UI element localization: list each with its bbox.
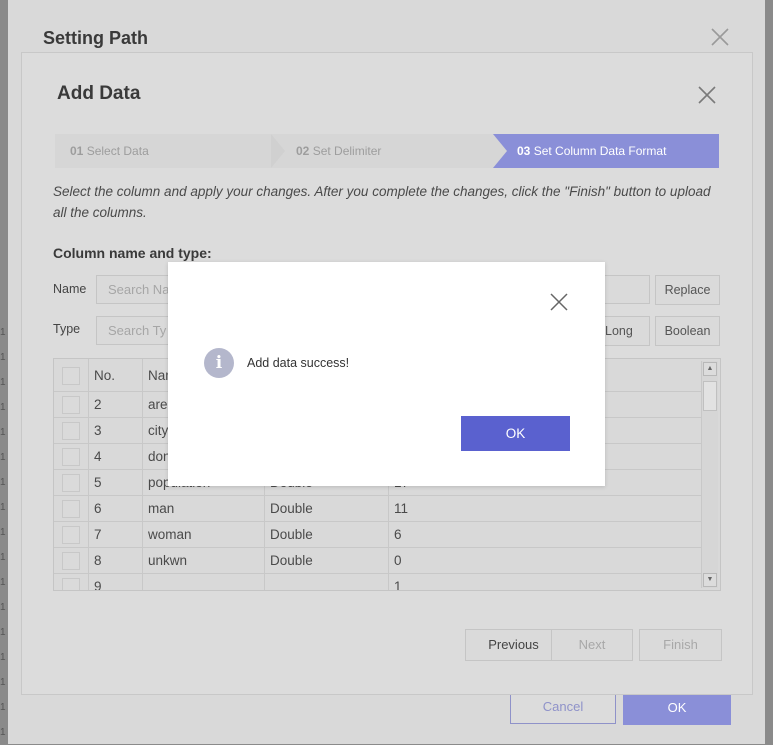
- cell-no: 9: [88, 574, 142, 590]
- previous-button[interactable]: Previous: [465, 629, 562, 661]
- info-icon: i: [204, 348, 234, 378]
- finish-button[interactable]: Finish: [639, 629, 722, 661]
- bg-edge-char: 1: [0, 727, 6, 738]
- table-row[interactable]: 9 1: [54, 574, 702, 590]
- cell-value: 6: [388, 522, 702, 548]
- bg-edge-char: 1: [0, 577, 6, 588]
- step-select-data: 01 Select Data: [55, 134, 271, 168]
- bg-edge-char: 1: [0, 652, 6, 663]
- alert-ok-button[interactable]: OK: [461, 416, 570, 451]
- checkbox[interactable]: [62, 422, 80, 440]
- checkbox[interactable]: [62, 367, 80, 385]
- cell-no: 2: [88, 392, 142, 418]
- row-select[interactable]: [54, 444, 88, 470]
- cell-type: Double: [264, 548, 388, 574]
- bg-edge-char: 1: [0, 527, 6, 538]
- bg-edge-char: 1: [0, 402, 6, 413]
- cell-type: Double: [264, 522, 388, 548]
- checkbox[interactable]: [62, 396, 80, 414]
- cell-name: unkwn: [142, 548, 264, 574]
- cell-no: 4: [88, 444, 142, 470]
- bg-edge-char: 1: [0, 702, 6, 713]
- cell-no: 6: [88, 496, 142, 522]
- replace-button[interactable]: Replace: [655, 275, 720, 305]
- checkbox[interactable]: [62, 526, 80, 544]
- cell-name: man: [142, 496, 264, 522]
- cell-type: Double: [264, 496, 388, 522]
- boolean-button[interactable]: Boolean: [655, 316, 720, 346]
- column-heading: Column name and type:: [53, 245, 212, 261]
- table-row[interactable]: 6 man Double 11: [54, 496, 702, 522]
- cell-name: [142, 574, 264, 590]
- row-select[interactable]: [54, 418, 88, 444]
- bg-edge-char: 1: [0, 502, 6, 513]
- cell-value: 0: [388, 548, 702, 574]
- cell-no: 7: [88, 522, 142, 548]
- cell-no: 5: [88, 470, 142, 496]
- checkbox[interactable]: [62, 552, 80, 570]
- cell-no: 8: [88, 548, 142, 574]
- header-no: No.: [88, 359, 142, 392]
- bg-edge-char: 1: [0, 352, 6, 363]
- step-number: 02: [296, 144, 310, 158]
- next-button[interactable]: Next: [551, 629, 633, 661]
- add-data-title: Add Data: [57, 83, 141, 104]
- success-alert-dialog: i Add data success! OK: [168, 262, 605, 486]
- cancel-button[interactable]: Cancel: [510, 690, 616, 724]
- background-edge: 1 1 1 1 1 1 1 1 1 1 1 1 1 1 1 1 1: [0, 320, 8, 744]
- step-separator: [271, 134, 285, 168]
- bg-edge-char: 1: [0, 452, 6, 463]
- checkbox[interactable]: [62, 578, 80, 590]
- checkbox[interactable]: [62, 448, 80, 466]
- alert-message: Add data success!: [247, 356, 350, 370]
- cell-value: 11: [388, 496, 702, 522]
- step-set-column-data-format: 03 Set Column Data Format: [493, 134, 719, 168]
- cell-type: [264, 574, 388, 590]
- step-number: 03: [517, 144, 531, 158]
- row-select[interactable]: [54, 470, 88, 496]
- checkbox[interactable]: [62, 474, 80, 492]
- cell-value: 1: [388, 574, 702, 590]
- row-select[interactable]: [54, 522, 88, 548]
- step-separator: [493, 134, 507, 168]
- bg-edge-char: 1: [0, 627, 6, 638]
- bg-edge-char: 1: [0, 377, 6, 388]
- cell-no: 3: [88, 418, 142, 444]
- name-label: Name: [53, 282, 87, 296]
- ok-button[interactable]: OK: [623, 690, 731, 725]
- bg-edge-char: 1: [0, 327, 6, 338]
- step-label: Set Column Data Format: [533, 144, 667, 158]
- type-label: Type: [53, 322, 81, 336]
- step-label: Set Delimiter: [312, 144, 382, 158]
- step-set-delimiter: 02 Set Delimiter: [271, 134, 493, 168]
- checkbox[interactable]: [62, 500, 80, 518]
- setting-path-title: Setting Path: [43, 28, 149, 48]
- bg-edge-char: 1: [0, 602, 6, 613]
- step-label: Select Data: [86, 144, 149, 158]
- bg-edge-char: 1: [0, 552, 6, 563]
- wizard-steps: 01 Select Data 02 Set Delimiter 03 Set C…: [55, 134, 719, 168]
- bg-edge-char: 1: [0, 427, 6, 438]
- cell-name: woman: [142, 522, 264, 548]
- row-select[interactable]: [54, 392, 88, 418]
- scroll-down-arrow-icon[interactable]: ▼: [703, 573, 717, 587]
- close-icon[interactable]: [549, 292, 569, 312]
- table-scrollbar[interactable]: ▲ ▼: [701, 361, 718, 588]
- step-number: 01: [70, 144, 84, 158]
- bg-edge-char: 1: [0, 477, 6, 488]
- table-row[interactable]: 7 woman Double 6: [54, 522, 702, 548]
- instructions-text: Select the column and apply your changes…: [53, 184, 711, 220]
- header-select-all[interactable]: [54, 359, 88, 392]
- table-row[interactable]: 8 unkwn Double 0: [54, 548, 702, 574]
- bg-edge-char: 1: [0, 677, 6, 688]
- row-select[interactable]: [54, 574, 88, 590]
- scroll-up-arrow-icon[interactable]: ▲: [703, 362, 717, 376]
- close-icon[interactable]: [709, 26, 731, 48]
- close-icon[interactable]: [696, 84, 718, 106]
- row-select[interactable]: [54, 548, 88, 574]
- scroll-thumb[interactable]: [703, 381, 717, 411]
- row-select[interactable]: [54, 496, 88, 522]
